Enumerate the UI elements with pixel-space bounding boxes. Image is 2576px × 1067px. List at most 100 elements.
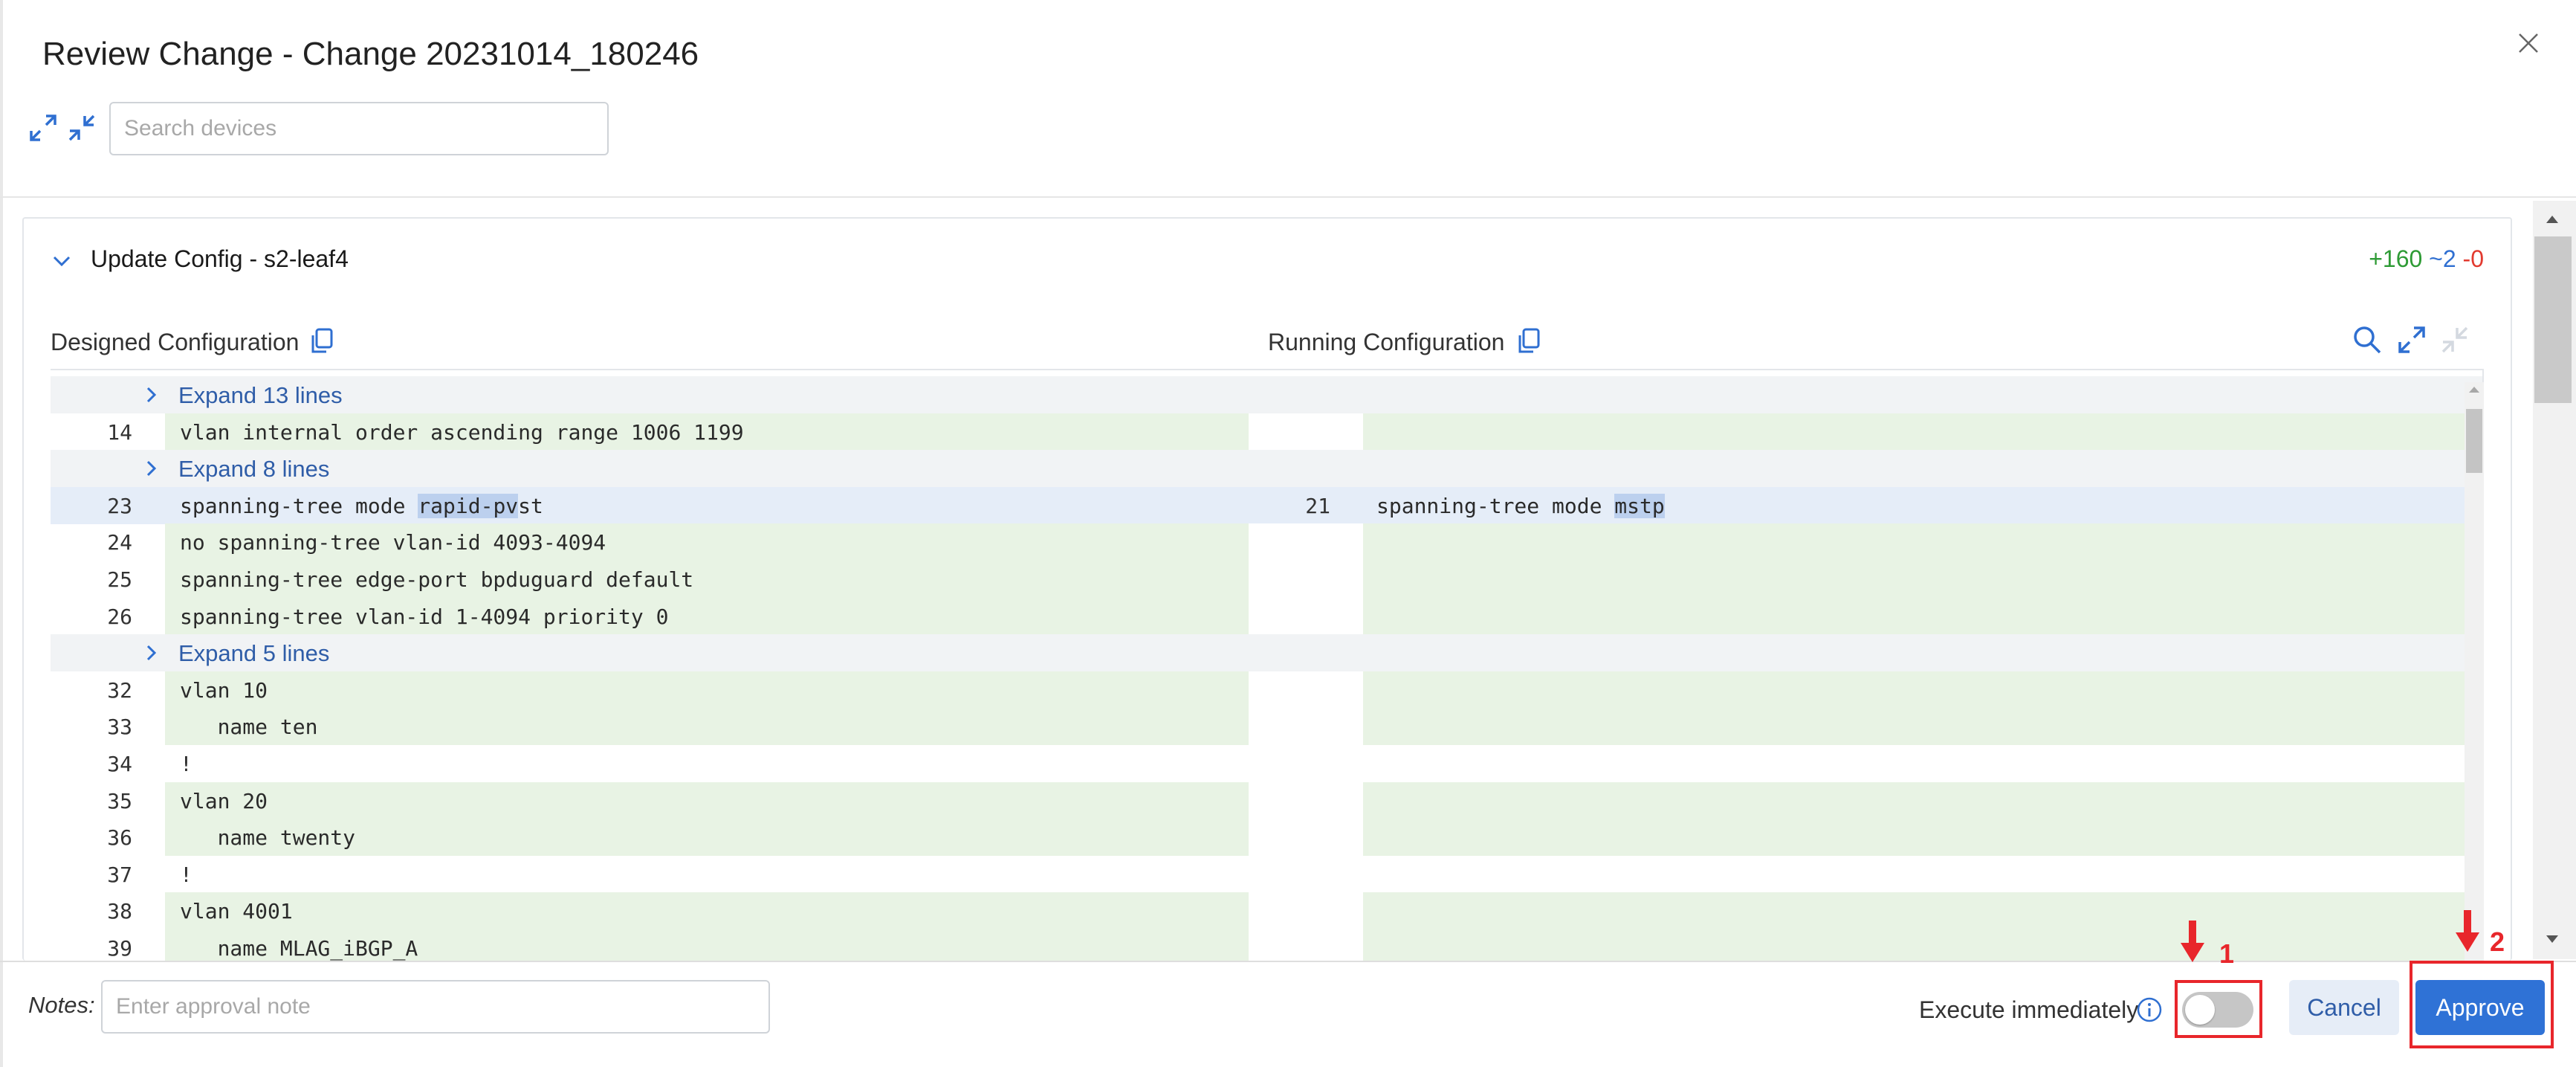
expand-lines-row[interactable]: Expand 13 lines — [51, 376, 2482, 413]
search-devices-input[interactable] — [109, 102, 609, 155]
right-line-bg — [1363, 855, 2482, 893]
scroll-up-icon[interactable] — [2463, 382, 2485, 396]
search-icon[interactable] — [2352, 324, 2383, 355]
scroll-down-icon[interactable] — [2540, 931, 2564, 949]
right-line-number-gutter — [1249, 819, 1363, 857]
right-line-bg — [1363, 781, 2482, 819]
card-title[interactable]: Update Config - s2-leaf4 — [91, 245, 349, 273]
diff-row: 25 spanning-tree edge-port bpduguard defa… — [51, 561, 2482, 598]
diff-stats: +160 ~2 -0 — [2369, 245, 2484, 273]
right-line-bg — [1363, 671, 2482, 709]
right-line-number-gutter — [1249, 892, 1363, 930]
header-divider — [0, 196, 2576, 198]
expand-lines-label[interactable]: Expand 13 lines — [178, 382, 343, 409]
execute-immediately-label: Execute immediately — [1919, 996, 2139, 1023]
left-line-bg — [165, 708, 1299, 746]
left-line-number: 38 — [107, 899, 132, 924]
designed-code-line: name MLAG_iBGP_A — [180, 936, 418, 961]
left-line-bg — [165, 892, 1299, 930]
diff-row: 39 name MLAG_iBGP_A — [51, 929, 2482, 961]
left-line-number: 25 — [107, 567, 132, 592]
copy-icon[interactable] — [1516, 327, 1541, 355]
right-line-number-gutter — [1249, 929, 1363, 961]
annotation-box-2 — [2410, 961, 2554, 1048]
left-line-number: 32 — [107, 677, 132, 703]
designed-code-line: ! — [180, 862, 192, 887]
right-line-number-gutter — [1249, 413, 1363, 451]
designed-code-line: spanning-tree mode rapid-pvst — [180, 493, 543, 518]
designed-code-line: vlan 4001 — [180, 899, 293, 924]
designed-code-line: spanning-tree vlan-id 1-4094 priority 0 — [180, 604, 669, 629]
right-line-number-gutter — [1249, 671, 1363, 709]
right-line-number: 21 — [1305, 493, 1330, 518]
designed-code-line: spanning-tree edge-port bpduguard defaul… — [180, 567, 694, 592]
right-line-bg — [1363, 413, 2482, 451]
minimize-icon — [2441, 326, 2468, 353]
diff-row: 33 name ten — [51, 708, 2482, 746]
right-line-bg — [1363, 929, 2482, 961]
diff-viewer: Expand 13 lines 14 vlan internal order asc… — [51, 369, 2484, 961]
maximize-icon[interactable] — [2396, 324, 2427, 355]
designed-config-label: Designed Configuration — [51, 329, 300, 355]
diff-row: 36 name twenty — [51, 819, 2482, 857]
left-line-number: 26 — [107, 604, 132, 629]
designed-code-line: ! — [180, 752, 192, 776]
right-line-bg — [1363, 561, 2482, 598]
expand-row-bg — [51, 450, 2482, 488]
code-text: st — [518, 493, 543, 518]
designed-code-line: no spanning-tree vlan-id 4093-4094 — [180, 530, 606, 555]
annotation-arrow-icon — [2456, 910, 2479, 952]
chevron-right-icon[interactable] — [141, 459, 161, 478]
right-line-number-gutter — [1249, 855, 1363, 893]
notes-label: Notes: — [28, 992, 95, 1018]
chevron-down-icon[interactable] — [51, 250, 73, 272]
changed-text-highlight: rapid-pv — [418, 493, 519, 518]
expand-lines-label[interactable]: Expand 5 lines — [178, 640, 329, 667]
annotation-arrow-icon — [2181, 921, 2204, 962]
running-config-label: Running Configuration — [1268, 329, 1505, 355]
close-icon[interactable] — [2512, 27, 2545, 59]
expand-all-icon[interactable] — [27, 112, 59, 144]
right-line-number-gutter — [1249, 781, 1363, 819]
dialog-scrollbar-thumb[interactable] — [2534, 236, 2572, 403]
added-count: +160 — [2369, 245, 2423, 272]
left-line-bg — [165, 745, 1299, 782]
right-line-number-gutter — [1249, 561, 1363, 598]
right-line-bg — [1363, 745, 2482, 782]
diff-row: 24 no spanning-tree vlan-id 4093-4094 — [51, 523, 2482, 561]
left-line-number: 24 — [107, 530, 132, 555]
annotation-number-2: 2 — [2490, 926, 2505, 957]
left-line-number: 39 — [107, 936, 132, 961]
designed-code-line: vlan 20 — [180, 788, 268, 813]
expand-lines-row[interactable]: Expand 5 lines — [51, 634, 2482, 672]
annotation-number-1: 1 — [2219, 938, 2235, 969]
scroll-up-icon[interactable] — [2540, 210, 2564, 228]
chevron-right-icon[interactable] — [141, 643, 161, 663]
info-icon[interactable] — [2136, 996, 2163, 1023]
diff-row: 37! — [51, 855, 2482, 893]
diff-row: 14 vlan internal order ascending range 10… — [51, 413, 2482, 451]
left-line-number: 23 — [107, 493, 132, 518]
approval-note-input[interactable] — [101, 980, 770, 1034]
left-line-bg — [165, 671, 1299, 709]
diff-row: 34! — [51, 745, 2482, 782]
right-line-bg — [1363, 892, 2482, 930]
right-line-bg — [1363, 597, 2482, 635]
left-line-number: 34 — [107, 752, 132, 776]
diff-row: 32 vlan 10 — [51, 671, 2482, 709]
collapse-all-icon[interactable] — [65, 112, 98, 144]
modified-count: ~2 — [2429, 245, 2456, 272]
left-line-number: 37 — [107, 862, 132, 887]
expand-lines-label[interactable]: Expand 8 lines — [178, 456, 329, 483]
designed-code-line: name twenty — [180, 825, 356, 851]
expand-lines-row[interactable]: Expand 8 lines — [51, 450, 2482, 488]
cancel-button[interactable]: Cancel — [2289, 980, 2399, 1035]
expand-row-bg — [51, 634, 2482, 672]
diff-scrollbar-thumb[interactable] — [2466, 409, 2482, 473]
copy-icon[interactable] — [309, 327, 334, 355]
code-text: spanning-tree mode — [180, 493, 418, 518]
chevron-right-icon[interactable] — [141, 385, 161, 404]
left-line-number: 36 — [107, 825, 132, 851]
left-line-bg — [165, 781, 1299, 819]
left-line-number: 33 — [107, 715, 132, 740]
